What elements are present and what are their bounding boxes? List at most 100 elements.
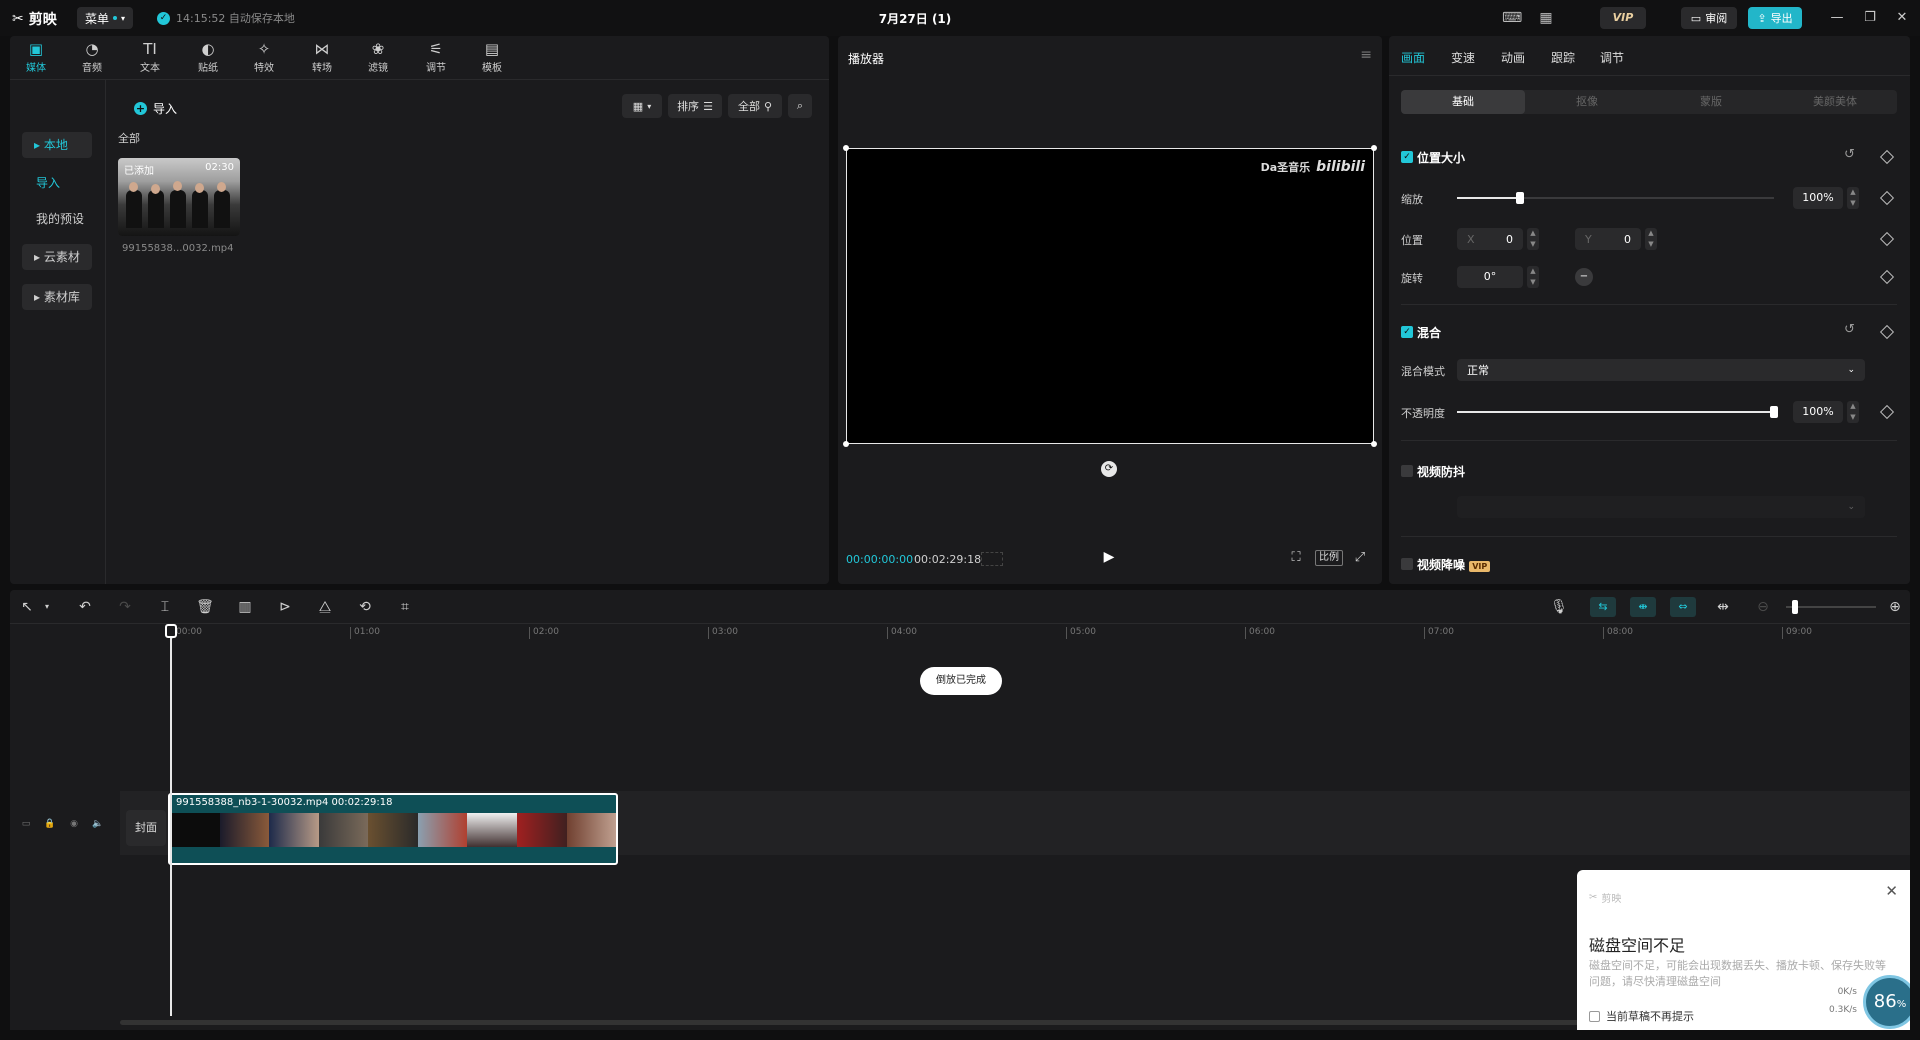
tab-adjust[interactable]: 调节 [1600,49,1624,66]
rotate-icon[interactable]: ⟳ [1101,461,1117,477]
subtab-basic[interactable]: 基础 [1401,90,1525,114]
tab-template[interactable]: ▤ 模板 [470,40,514,78]
resize-handle[interactable] [843,441,849,447]
vip-button[interactable]: VIP [1600,7,1646,29]
stabilize-checkbox[interactable] [1401,465,1413,477]
lock-icon[interactable]: 🔒 [44,818,56,830]
resize-handle[interactable] [1371,145,1377,151]
tab-adjust[interactable]: ⚟ 调节 [414,40,458,78]
resize-handle[interactable] [843,145,849,151]
scale-stepper[interactable]: ▲ ▼ [1847,187,1859,209]
subtab-beauty[interactable]: 美颜美体 [1773,90,1897,114]
speaker-icon[interactable]: 🔈 [92,818,104,830]
delete-icon[interactable]: 🗑 [194,597,216,617]
microphone-icon[interactable]: 🎙 [1548,597,1570,617]
dont-remind-checkbox[interactable]: 当前草稿不再提示 [1589,1008,1694,1024]
tab-sticker[interactable]: ◐ 贴纸 [186,40,230,78]
tab-text[interactable]: TI 文本 [128,40,172,78]
horizontal-scrollbar[interactable] [120,1020,1800,1025]
blend-mode-select[interactable]: 正常 ⌄ [1457,359,1865,381]
sort-button[interactable]: 排序 ☰ [668,94,722,118]
video-preview[interactable]: Da圣音乐 bilibili [843,145,1377,447]
subtab-mask[interactable]: 蒙版 [1649,90,1773,114]
scale-slider-knob[interactable] [1516,192,1525,204]
sidebar-item-local[interactable]: ▸ 本地 [22,132,92,158]
opacity-slider-knob[interactable] [1770,406,1778,418]
review-button[interactable]: ▭ 审阅 [1681,7,1737,29]
rotate-value[interactable]: 0° [1457,266,1523,288]
playhead-handle[interactable] [165,624,177,638]
rotate-dial-icon[interactable]: − [1575,268,1593,286]
zoom-in-icon[interactable]: ⊕ [1884,597,1906,617]
keyframe-icon[interactable] [1879,231,1895,247]
split-icon[interactable]: ⌶ [154,597,176,617]
preview-axis-icon[interactable]: ⇹ [1712,597,1734,617]
position-y-field[interactable]: Y0 [1575,228,1641,250]
undo-icon[interactable]: ↶ [74,597,96,617]
media-thumbnail[interactable]: 已添加 02:30 [118,158,240,236]
opacity-value[interactable]: 100% [1793,401,1843,423]
keyframe-icon[interactable] [1879,190,1895,206]
scale-slider[interactable] [1457,197,1774,199]
view-toggle-button[interactable]: ▦ ▾ [622,94,662,118]
tab-media[interactable]: ▣ 媒体 [14,40,58,78]
close-icon[interactable]: ✕ [1885,882,1898,900]
rotate-icon[interactable]: ⟲ [354,597,376,617]
sidebar-item-import[interactable]: 导入 [22,170,92,196]
search-button[interactable]: ⌕ [788,94,812,118]
zoom-slider[interactable] [1786,606,1876,608]
timecode-grid-icon[interactable] [981,552,1003,566]
tab-filter[interactable]: ❀ 滤镜 [356,40,400,78]
keyframe-icon[interactable] [1879,269,1895,285]
opacity-slider[interactable] [1457,411,1774,413]
chevron-down-icon[interactable]: ▾ [36,597,58,617]
import-button[interactable]: + 导入 [124,96,187,120]
keyframe-icon[interactable] [1879,149,1895,165]
linkage-icon[interactable]: ⇔ [1670,597,1696,617]
blend-checkbox[interactable]: ✓ [1401,326,1413,338]
scale-value[interactable]: 100% [1793,187,1843,209]
x-stepper[interactable]: ▲ ▼ [1527,228,1539,250]
reset-icon[interactable]: ↺ [1844,147,1855,162]
auto-snap-icon[interactable]: ⇼ [1630,597,1656,617]
menu-button[interactable]: 菜单 ▾ [77,7,134,29]
fit-screen-icon[interactable]: ⛶ [1286,549,1306,567]
select-cursor-icon[interactable]: ↖ [16,597,38,617]
tab-speed[interactable]: 变速 [1451,49,1475,66]
keyboard-icon[interactable]: ⌨ [1502,9,1522,27]
cover-button[interactable]: 封面 [126,810,166,846]
mirror-icon[interactable]: ⧋ [314,597,336,617]
keyframe-icon[interactable] [1879,324,1895,340]
eye-icon[interactable]: ◉ [68,818,80,830]
time-ruler[interactable]: 00:00 01:00 02:00 03:00 04:00 05:00 06:0… [120,624,1910,640]
menu-icon[interactable]: ≡ [1360,47,1372,63]
restore-icon[interactable]: ❐ [1860,8,1880,28]
tab-animation[interactable]: 动画 [1501,49,1525,66]
resize-handle[interactable] [1371,441,1377,447]
reset-icon[interactable]: ↺ [1844,322,1855,337]
tab-effects[interactable]: ✧ 特效 [242,40,286,78]
video-clip[interactable]: 991558388_nb3-1-30032.mp4 00:02:29:18 [168,793,618,865]
rotate-stepper[interactable]: ▲ ▼ [1527,266,1539,288]
y-stepper[interactable]: ▲ ▼ [1645,228,1657,250]
zoom-out-icon[interactable]: ⊖ [1752,597,1774,617]
playhead[interactable] [170,624,172,1016]
play-icon[interactable]: ▶ [1100,549,1118,567]
minimize-icon[interactable]: — [1827,8,1847,28]
tab-transition[interactable]: ⋈ 转场 [300,40,344,78]
position-x-field[interactable]: X0 [1457,228,1523,250]
ratio-button[interactable]: 比例 [1315,550,1343,566]
track-toggle-icon[interactable]: ▭ [20,818,32,830]
freeze-icon[interactable]: ▥ [234,597,256,617]
sidebar-item-cloud[interactable]: ▸ 云素材 [22,244,92,270]
tab-tracking[interactable]: 跟踪 [1551,49,1575,66]
reverse-icon[interactable]: ⊳ [274,597,296,617]
sidebar-item-presets[interactable]: 我的预设 [22,206,92,232]
fullscreen-icon[interactable]: ⤢ [1350,549,1370,567]
opacity-stepper[interactable]: ▲ ▼ [1847,401,1859,423]
close-icon[interactable]: ✕ [1892,8,1912,28]
tab-picture[interactable]: 画面 [1401,49,1425,66]
keyframe-icon[interactable] [1879,404,1895,420]
layout-icon[interactable]: ▦ [1536,9,1556,27]
subtab-cutout[interactable]: 抠像 [1525,90,1649,114]
